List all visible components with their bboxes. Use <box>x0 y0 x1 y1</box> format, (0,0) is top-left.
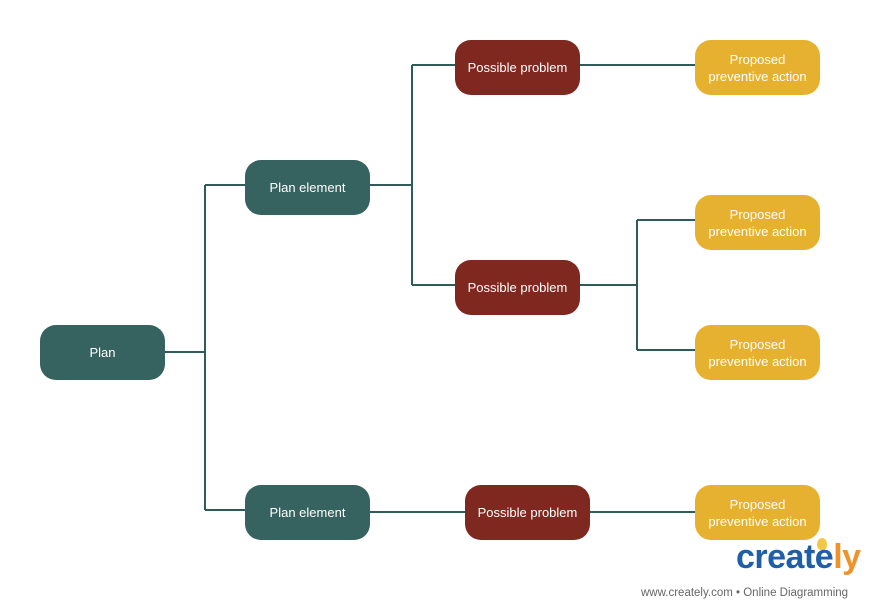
node-label: Possible problem <box>477 505 578 520</box>
possible-problem-node[interactable]: Possible problem <box>455 260 580 315</box>
preventive-action-node[interactable]: Proposed preventive action <box>695 195 820 250</box>
node-label: Possible problem <box>467 280 568 295</box>
connector-problem-2 <box>580 219 695 351</box>
preventive-action-node[interactable]: Proposed preventive action <box>695 40 820 95</box>
tagline: www.creately.com • Online Diagramming <box>641 587 849 599</box>
possible-problem-node[interactable]: Possible problem <box>455 40 580 95</box>
node-label: Plan <box>89 345 116 360</box>
node-label: Proposed preventive action <box>708 336 807 369</box>
node-label: Proposed preventive action <box>708 496 807 529</box>
plan-node[interactable]: Plan <box>40 325 165 380</box>
node-label: Plan element <box>269 180 346 195</box>
plan-element-node[interactable]: Plan element <box>245 160 370 215</box>
creately-logo: creately <box>736 538 861 576</box>
plan-element-node[interactable]: Plan element <box>245 485 370 540</box>
node-label: Plan element <box>269 505 346 520</box>
possible-problem-node[interactable]: Possible problem <box>465 485 590 540</box>
node-label: Proposed preventive action <box>708 51 807 84</box>
preventive-action-node[interactable]: Proposed preventive action <box>695 485 820 540</box>
connector-element-1 <box>370 64 455 286</box>
preventive-action-node[interactable]: Proposed preventive action <box>695 325 820 380</box>
node-label: Possible problem <box>467 60 568 75</box>
node-label: Proposed preventive action <box>708 206 807 239</box>
connector-plan <box>165 184 245 511</box>
